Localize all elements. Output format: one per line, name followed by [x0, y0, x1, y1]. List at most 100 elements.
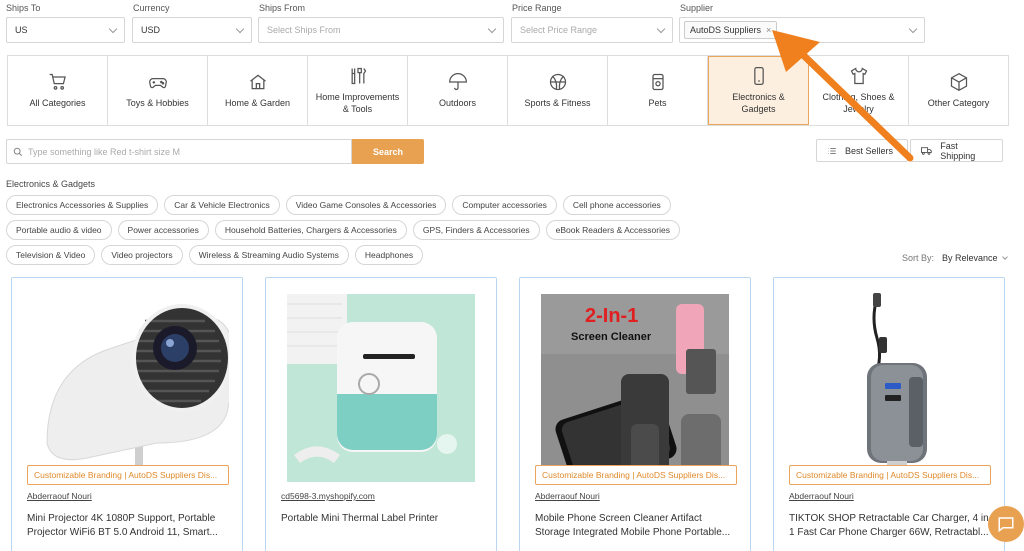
- subcategory-chip[interactable]: Cell phone accessories: [562, 195, 671, 215]
- product-title[interactable]: Mobile Phone Screen Cleaner Artifact Sto…: [535, 512, 737, 540]
- shirt-icon: [850, 67, 867, 85]
- category-home-improvements[interactable]: Home Improvements & Tools: [308, 56, 408, 125]
- price-range-placeholder: Select Price Range: [520, 25, 598, 35]
- ball-icon: [549, 73, 566, 91]
- chevron-down-icon: [1002, 254, 1008, 260]
- box-icon: [950, 72, 967, 92]
- category-outdoors[interactable]: Outdoors: [408, 56, 508, 125]
- supplier-link[interactable]: cd5698-3.myshopify.com: [281, 491, 375, 501]
- category-label: Clothing, Shoes & Jewelry: [822, 92, 895, 114]
- ships-from-select[interactable]: Select Ships From: [258, 17, 504, 43]
- chat-button[interactable]: [988, 506, 1024, 542]
- product-card[interactable]: Customizable Branding | AutoDS Suppliers…: [773, 277, 1005, 551]
- subcategory-chip[interactable]: Wireless & Streaming Audio Systems: [188, 245, 349, 265]
- subcategory-chip[interactable]: Television & Video: [6, 245, 96, 265]
- sort-label: Sort By:: [901, 253, 934, 263]
- subcategory-chip[interactable]: Video projectors: [101, 245, 183, 265]
- category-label: Sports & Fitness: [524, 98, 591, 108]
- fast-shipping-button[interactable]: Fast Shipping: [910, 139, 1003, 162]
- subcategory-chip[interactable]: Portable audio & video: [6, 220, 112, 240]
- category-home-garden[interactable]: Home & Garden: [208, 56, 308, 125]
- subcategory-chip[interactable]: Power accessories: [117, 220, 209, 240]
- product-image[interactable]: 2-In-1 Screen Cleaner: [541, 294, 729, 482]
- supplier-link[interactable]: Abderraouf Nouri: [27, 491, 92, 501]
- category-label: Other Category: [927, 98, 990, 108]
- tag-remove-icon[interactable]: ×: [766, 25, 771, 35]
- category-bar: All Categories Toys & Hobbies Home & Gar…: [7, 55, 1009, 126]
- sort-value: By Relevance: [941, 253, 998, 263]
- search-placeholder: Type something like Red t-shirt size M: [28, 146, 181, 157]
- breadcrumb: Electronics & Gadgets: [6, 179, 96, 189]
- category-all[interactable]: All Categories: [8, 56, 108, 125]
- umbrella-icon: [448, 73, 467, 91]
- product-title[interactable]: Portable Mini Thermal Label Printer: [281, 512, 483, 526]
- category-other[interactable]: Other Category: [909, 56, 1008, 125]
- subcategory-chip[interactable]: Electronics Accessories & Supplies: [6, 195, 159, 215]
- search-button[interactable]: Search: [352, 139, 424, 164]
- chat-icon: [998, 517, 1014, 533]
- product-image[interactable]: [789, 293, 991, 481]
- category-label: Outdoors: [438, 98, 477, 108]
- supplier-tag: AutoDS Suppliers ×: [684, 21, 778, 39]
- tools-icon: [351, 67, 366, 85]
- ships-from-label: Ships From: [259, 3, 306, 13]
- product-title[interactable]: TIKTOK SHOP Retractable Car Charger, 4 i…: [789, 512, 991, 540]
- product-card[interactable]: 2-In-1 Screen Cleaner Customizable Brand…: [519, 277, 751, 551]
- search-icon: [13, 147, 23, 156]
- category-label: Home Improvements & Tools: [315, 92, 400, 114]
- supplier-link[interactable]: Abderraouf Nouri: [535, 491, 600, 501]
- cart-icon: [49, 73, 66, 90]
- currency-label: Currency: [133, 3, 170, 13]
- category-label: Electronics & Gadgets: [732, 92, 785, 114]
- pet-food-icon: [651, 73, 664, 91]
- ships-to-value: US: [15, 25, 28, 35]
- product-image[interactable]: [27, 293, 229, 481]
- category-label: Pets: [648, 98, 667, 108]
- category-sports[interactable]: Sports & Fitness: [508, 56, 608, 125]
- ships-from-placeholder: Select Ships From: [267, 25, 341, 35]
- subcategory-chip[interactable]: eBook Readers & Accessories: [545, 220, 680, 240]
- branding-badge: Customizable Branding | AutoDS Suppliers…: [789, 465, 991, 485]
- subcategory-chip[interactable]: GPS, Finders & Accessories: [412, 220, 540, 240]
- gamepad-icon: [148, 78, 167, 89]
- search-input[interactable]: Type something like Red t-shirt size M: [6, 139, 352, 164]
- best-sellers-label: Best Sellers: [845, 145, 894, 156]
- ships-to-label: Ships To: [6, 3, 41, 13]
- subcategory-chip[interactable]: Headphones: [354, 245, 424, 265]
- subcategory-chip[interactable]: Car & Vehicle Electronics: [164, 195, 280, 215]
- supplier-link[interactable]: Abderraouf Nouri: [789, 491, 854, 501]
- product-card[interactable]: Customizable Branding | AutoDS Suppliers…: [11, 277, 243, 551]
- product-image[interactable]: [287, 294, 475, 482]
- product-card[interactable]: cd5698-3.myshopify.com Portable Mini The…: [265, 277, 497, 551]
- category-label: All Categories: [29, 98, 86, 108]
- ships-to-select[interactable]: US: [6, 17, 125, 43]
- category-electronics[interactable]: Electronics & Gadgets: [708, 56, 809, 125]
- chevron-down-icon: [108, 24, 118, 33]
- price-range-label: Price Range: [512, 3, 562, 13]
- image-text-line1: 2-In-1: [585, 305, 638, 327]
- chevron-down-icon: [656, 24, 666, 33]
- subcategory-chip[interactable]: Video Game Consoles & Accessories: [285, 195, 447, 215]
- phone-icon: [753, 67, 764, 85]
- category-pets[interactable]: Pets: [608, 56, 708, 125]
- supplier-label: Supplier: [680, 3, 714, 13]
- subcategory-chip[interactable]: Computer accessories: [452, 195, 557, 215]
- best-sellers-button[interactable]: Best Sellers: [816, 139, 908, 162]
- currency-value: USD: [141, 25, 161, 35]
- product-title[interactable]: Mini Projector 4K 1080P Support, Portabl…: [27, 512, 229, 540]
- list-icon: [828, 147, 836, 154]
- truck-icon: [921, 146, 932, 155]
- category-clothing[interactable]: Clothing, Shoes & Jewelry: [809, 56, 909, 125]
- price-range-select[interactable]: Select Price Range: [511, 17, 673, 43]
- house-icon: [249, 74, 266, 90]
- supplier-tag-label: AutoDS Suppliers: [690, 25, 762, 35]
- category-label: Home & Garden: [224, 98, 291, 108]
- currency-select[interactable]: USD: [132, 17, 252, 43]
- image-text-line2: Screen Cleaner: [571, 331, 652, 343]
- supplier-select[interactable]: AutoDS Suppliers ×: [679, 17, 925, 43]
- subcategory-chip[interactable]: Household Batteries, Chargers & Accessor…: [214, 220, 407, 240]
- chevron-down-icon: [235, 24, 245, 33]
- sort-control[interactable]: Sort By: By Relevance: [901, 253, 1008, 263]
- category-toys[interactable]: Toys & Hobbies: [108, 56, 208, 125]
- subcategory-chips: Electronics Accessories & Supplies Car & …: [6, 195, 696, 265]
